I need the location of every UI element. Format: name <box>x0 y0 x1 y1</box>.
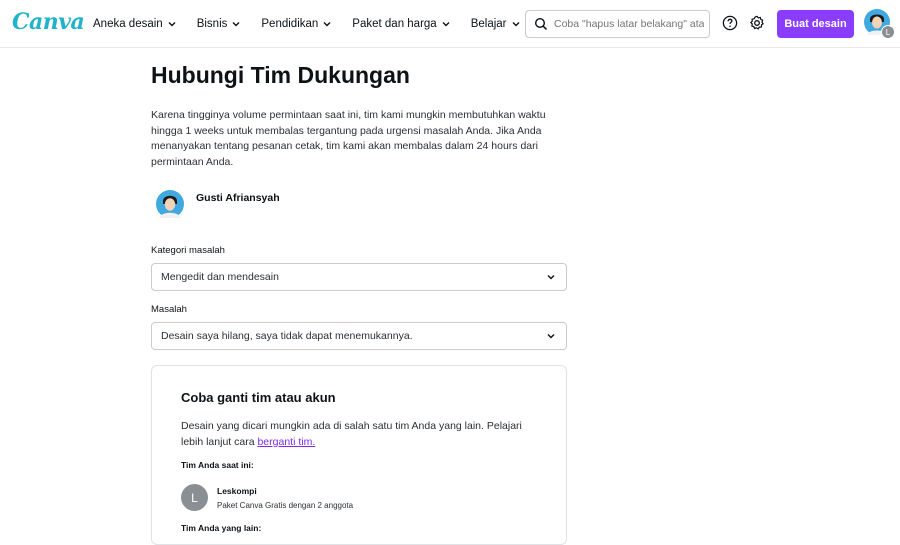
chevron-down-icon <box>512 22 520 27</box>
switch-team-link[interactable]: berganti tim. <box>257 436 315 448</box>
nav-label: Pendidikan <box>261 18 319 30</box>
user-photo-icon <box>156 190 184 218</box>
nav-aneka-desain[interactable]: Aneka desain <box>93 18 177 30</box>
help-button[interactable] <box>719 12 741 34</box>
card-desc-text: Desain yang dicari mungkin ada di salah … <box>181 420 522 448</box>
category-label: Kategori masalah <box>151 245 225 256</box>
canva-logo[interactable]: Canva <box>12 9 85 35</box>
chevron-down-icon <box>323 22 331 27</box>
other-teams-label: Tim Anda yang lain: <box>181 523 262 533</box>
category-value: Mengedit dan mendesain <box>161 271 279 283</box>
nav-bisnis[interactable]: Bisnis <box>197 18 242 30</box>
gear-icon <box>750 15 764 30</box>
chevron-down-icon <box>547 334 555 339</box>
switch-team-card: Coba ganti tim atau akun Desain yang dic… <box>151 365 567 545</box>
issue-label: Masalah <box>151 304 187 315</box>
current-team: L Leskompi Paket Canva Gratis dengan 2 a… <box>181 484 353 511</box>
page-title: Hubungi Tim Dukungan <box>151 62 410 88</box>
user-info: Gusti Afriansyah <box>156 190 280 218</box>
search-input[interactable] <box>554 18 704 30</box>
card-title: Coba ganti tim atau akun <box>181 390 336 405</box>
chevron-down-icon <box>442 22 450 27</box>
create-design-button[interactable]: Buat desain <box>777 10 854 38</box>
team-plan: Paket Canva Gratis dengan 2 anggota <box>217 500 354 510</box>
help-icon <box>722 15 738 31</box>
search-icon <box>534 17 548 31</box>
user-name: Gusti Afriansyah <box>196 192 280 204</box>
main-nav: Aneka desain Bisnis Pendidikan Paket dan… <box>93 0 541 48</box>
chevron-down-icon <box>547 275 555 280</box>
team-name: Leskompi <box>217 485 257 496</box>
nav-belajar[interactable]: Belajar <box>471 18 521 30</box>
nav-label: Belajar <box>470 18 507 30</box>
card-description: Desain yang dicari mungkin ada di salah … <box>181 418 531 450</box>
chevron-down-icon <box>232 22 240 27</box>
settings-button[interactable] <box>746 12 768 34</box>
chevron-down-icon <box>168 22 176 27</box>
intro-text: Karena tingginya volume permintaan saat … <box>151 109 546 168</box>
nav-label: Aneka desain <box>93 18 163 30</box>
top-header: Canva Aneka desain Bisnis Pendidikan Pak… <box>0 0 900 48</box>
issue-select[interactable]: Desain saya hilang, saya tidak dapat men… <box>151 322 567 350</box>
nav-pendidikan[interactable]: Pendidikan <box>261 18 332 30</box>
issue-value: Desain saya hilang, saya tidak dapat men… <box>161 330 413 342</box>
account-avatar[interactable]: L <box>864 9 895 39</box>
category-select[interactable]: Mengedit dan mendesain <box>151 263 567 291</box>
nav-label: Paket dan harga <box>352 18 437 30</box>
search-box[interactable] <box>525 10 710 38</box>
current-team-label: Tim Anda saat ini: <box>181 460 254 470</box>
nav-paket-harga[interactable]: Paket dan harga <box>352 18 450 30</box>
account-badge: L <box>881 25 895 39</box>
team-avatar: L <box>181 484 208 511</box>
nav-label: Bisnis <box>196 18 228 30</box>
